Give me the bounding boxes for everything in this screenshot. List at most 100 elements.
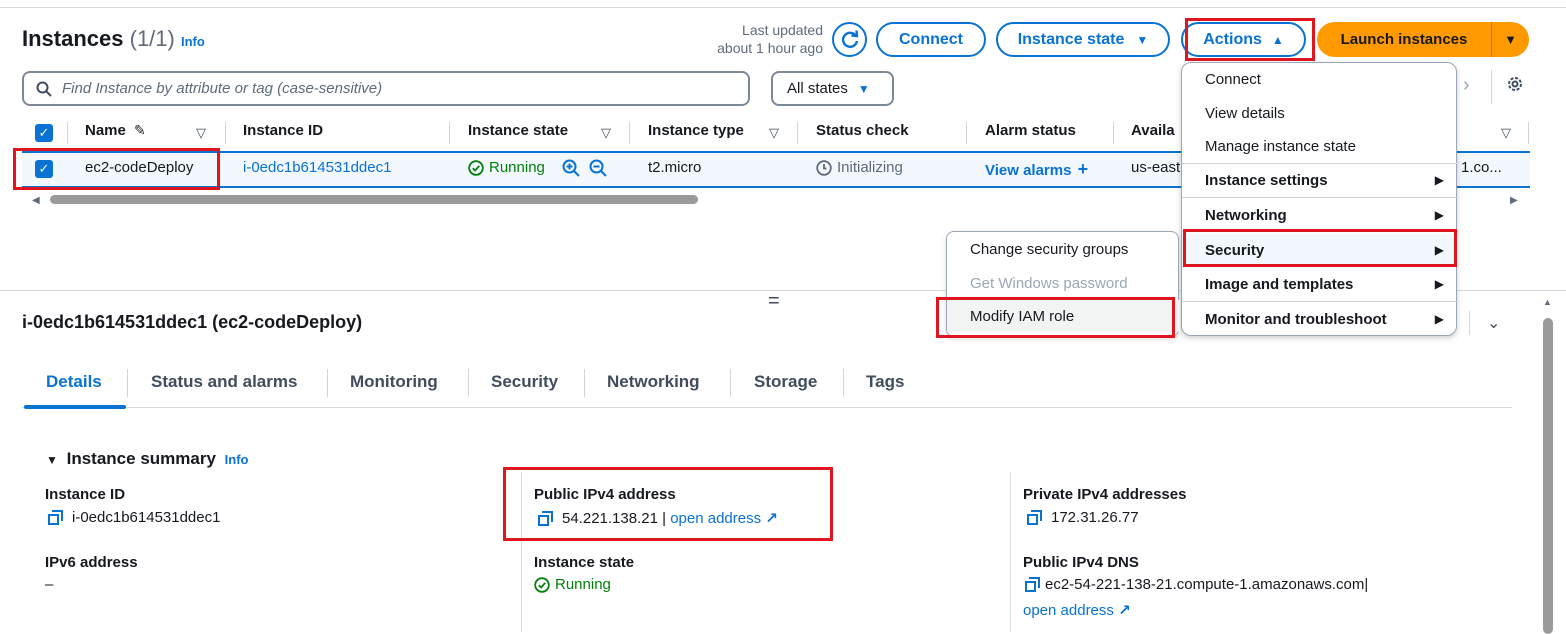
copy-icon[interactable] [1025, 577, 1041, 593]
settings-gear-icon[interactable] [1505, 74, 1525, 98]
sort-icon[interactable]: ▽ [769, 125, 779, 141]
submenu-item-change-security-groups[interactable]: Change security groups [947, 233, 1180, 265]
instance-id-label: Instance ID [45, 486, 126, 503]
connect-button[interactable]: Connect [876, 22, 986, 57]
column-divider [797, 122, 798, 144]
menu-item-image-templates[interactable]: Image and templates ▶ [1182, 268, 1458, 300]
public-dns-label: Public IPv4 DNS [1023, 554, 1139, 571]
column-instance-type[interactable]: Instance type [648, 122, 744, 139]
tab-status-and-alarms[interactable]: Status and alarms [151, 372, 297, 392]
ipv6-value: – [45, 576, 54, 593]
public-ipv4-highlight [503, 467, 833, 541]
drag-handle-icon[interactable]: = [768, 290, 780, 313]
column-divider [449, 122, 450, 144]
plus-icon: + [1077, 159, 1089, 179]
dns-open-address[interactable]: open address ↗ [1023, 601, 1131, 619]
menu-item-view-details[interactable]: View details [1182, 97, 1458, 129]
top-border [0, 7, 1566, 8]
next-page-icon[interactable]: › [1463, 74, 1470, 97]
tab-divider [127, 369, 128, 397]
menu-item-connect[interactable]: Connect [1182, 63, 1458, 95]
tabs-border [22, 407, 1512, 408]
tab-details[interactable]: Details [46, 372, 102, 392]
external-link-icon[interactable]: ↗ [1118, 602, 1131, 619]
instance-state-label: Instance state [534, 554, 635, 571]
column-instance-id[interactable]: Instance ID [243, 122, 323, 139]
instance-id-value: i-0edc1b614531ddec1 [48, 509, 220, 526]
view-alarms-link[interactable]: View alarms + [985, 159, 1088, 180]
tab-divider [843, 369, 844, 397]
menu-item-label: Instance settings [1205, 171, 1328, 189]
instance-count: (1/1) [129, 26, 175, 51]
instance-state-label: Instance state [1017, 30, 1125, 48]
collapse-chevron-icon[interactable]: ⌄ [1487, 313, 1500, 333]
dns-open-address-link[interactable]: open address [1023, 602, 1114, 619]
launch-label: Launch instances [1340, 31, 1468, 48]
instance-summary-header[interactable]: ▼ Instance summary Info [46, 449, 248, 469]
scroll-up-icon[interactable]: ▲ [1543, 297, 1552, 307]
launch-caret-icon[interactable]: ▼ [1492, 32, 1529, 47]
row-instance-id-link[interactable]: i-0edc1b614531ddec1 [243, 159, 391, 176]
search-input[interactable]: Find Instance by attribute or tag (case-… [22, 71, 750, 106]
submenu-item-get-windows-password: Get Windows password [947, 267, 1180, 299]
info-link[interactable]: Info [181, 34, 205, 49]
tab-security[interactable]: Security [491, 372, 558, 392]
states-value: All states [787, 80, 848, 97]
private-ipv4-text: 172.31.26.77 [1051, 509, 1139, 526]
column-divider [67, 122, 68, 144]
menu-item-manage-state[interactable]: Manage instance state [1182, 130, 1458, 162]
title-text: Instances [22, 26, 124, 51]
tab-networking[interactable]: Networking [607, 372, 700, 392]
public-dns-text: ec2-54-221-138-21.compute-1.amazonaws.co… [1045, 576, 1365, 593]
instance-state-button[interactable]: Instance state ▼ [996, 22, 1170, 57]
menu-item-instance-settings[interactable]: Instance settings ▶ [1182, 164, 1458, 196]
refresh-button[interactable] [832, 22, 867, 57]
connect-label: Connect [899, 30, 963, 48]
copy-icon[interactable] [1027, 510, 1043, 526]
column-divider [629, 122, 630, 144]
actions-highlight [1185, 18, 1315, 61]
private-ipv4-label: Private IPv4 addresses [1023, 486, 1187, 503]
submenu-arrow-icon: ▶ [1434, 277, 1444, 291]
select-all-checkbox[interactable]: ✓ [35, 124, 53, 142]
column-name[interactable]: Name ✎ [85, 122, 146, 139]
column-availability-zone[interactable]: Availa [1131, 122, 1175, 139]
view-alarms-label: View alarms [985, 162, 1072, 179]
sort-icon[interactable]: ▽ [196, 125, 206, 141]
menu-divider [1182, 197, 1458, 198]
copy-icon[interactable] [48, 510, 64, 526]
row-status-check: Initializing [816, 159, 903, 176]
horizontal-scrollbar[interactable] [50, 195, 698, 204]
sort-icon[interactable]: ▽ [601, 125, 611, 141]
private-ipv4-value: 172.31.26.77 [1027, 509, 1139, 526]
tab-monitoring[interactable]: Monitoring [350, 372, 438, 392]
last-updated: Last updated about 1 hour ago [700, 21, 823, 57]
tab-storage[interactable]: Storage [754, 372, 817, 392]
scroll-left-icon[interactable]: ◀ [32, 195, 40, 206]
zoom-out-icon[interactable] [589, 159, 607, 181]
tab-divider [468, 369, 469, 397]
vertical-scrollbar[interactable] [1543, 318, 1553, 634]
page-title: Instances (1/1) Info [22, 26, 205, 52]
menu-item-label: Monitor and troubleshoot [1205, 310, 1387, 328]
tab-tags[interactable]: Tags [866, 372, 904, 392]
column-alarm-status[interactable]: Alarm status [985, 122, 1076, 139]
column-status-check[interactable]: Status check [816, 122, 909, 139]
column-name-label: Name [85, 122, 126, 139]
tab-divider [584, 369, 585, 397]
menu-item-networking[interactable]: Networking ▶ [1182, 199, 1458, 231]
menu-item-monitor-troubleshoot[interactable]: Monitor and troubleshoot ▶ [1182, 303, 1458, 335]
summary-info-link[interactable]: Info [225, 452, 249, 467]
search-placeholder: Find Instance by attribute or tag (case-… [62, 80, 383, 97]
menu-divider [1182, 301, 1458, 302]
caret-down-icon: ▼ [46, 453, 58, 467]
security-highlight [1183, 229, 1457, 267]
sort-icon[interactable]: ▽ [1501, 125, 1511, 141]
scroll-right-icon[interactable]: ▶ [1510, 195, 1518, 206]
submenu-arrow-icon: ▶ [1434, 208, 1444, 222]
ipv6-label: IPv6 address [45, 554, 138, 571]
launch-instances-button[interactable]: Launch instances ▼ [1317, 22, 1529, 57]
column-instance-state[interactable]: Instance state [468, 122, 568, 139]
zoom-in-icon[interactable] [562, 159, 580, 181]
states-select[interactable]: All states ▼ [771, 71, 894, 106]
